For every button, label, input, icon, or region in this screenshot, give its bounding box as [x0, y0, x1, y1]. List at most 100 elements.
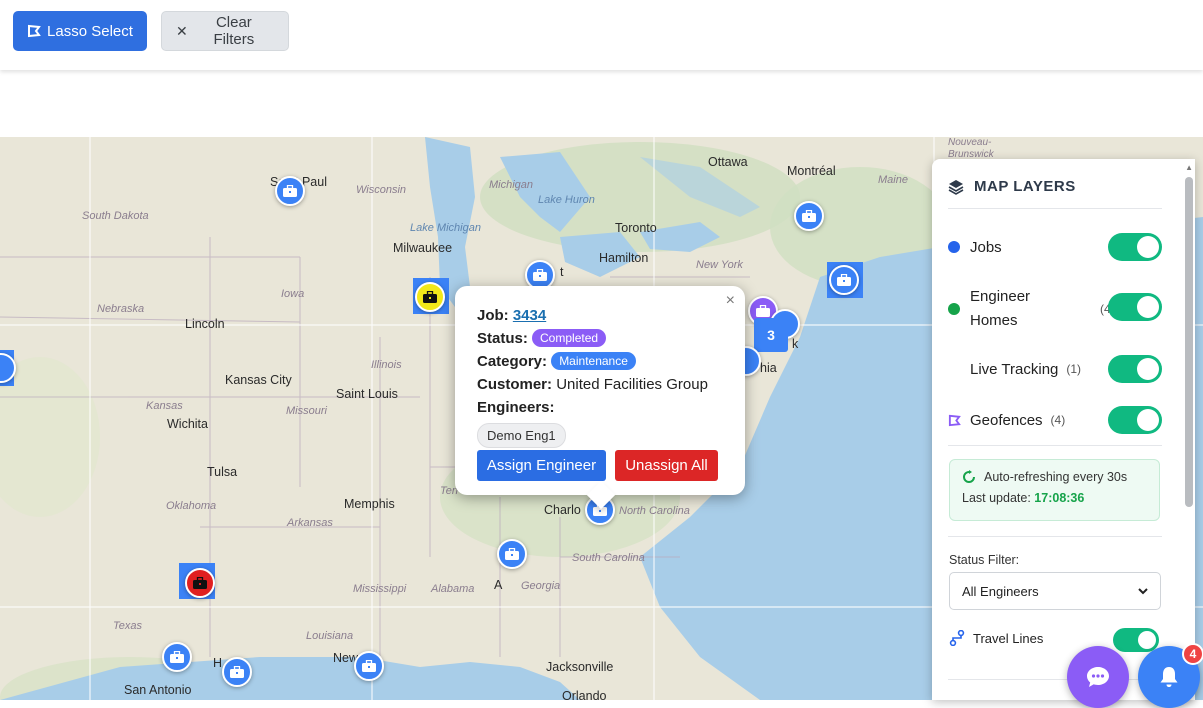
live-tracking-toggle[interactable]	[1108, 355, 1162, 383]
job-popup: × Job: 3434 Status: Completed Category: …	[455, 286, 745, 495]
layer-label-engineer-homes-line2: Homes	[970, 312, 1018, 329]
map-label-kansas: Kansas	[146, 400, 183, 412]
engineer-homes-toggle[interactable]	[1108, 293, 1162, 321]
customer-name: United Facilities Group	[556, 376, 708, 393]
chat-icon	[1087, 667, 1109, 687]
map-label-lincoln: Lincoln	[185, 317, 225, 331]
job-id-link[interactable]: 3434	[513, 307, 546, 324]
map-label-alabama: Alabama	[431, 583, 475, 595]
layer-label-engineer-homes-line1: Engineer	[970, 288, 1031, 305]
chat-button[interactable]	[1067, 646, 1129, 708]
layer-row-jobs: Jobs	[948, 233, 1162, 261]
map-label-maine: Maine	[878, 174, 908, 186]
popup-engineers-label: Engineers:	[477, 399, 555, 416]
map-label-missouri: Missouri	[286, 405, 327, 417]
briefcase-icon	[802, 210, 816, 222]
map-label-new-york-partial: k	[792, 337, 799, 351]
layer-row-engineer-homes: Engineer Homes (4)	[948, 285, 1162, 333]
jobs-dot-icon	[948, 241, 960, 253]
unassign-all-button[interactable]: Unassign All	[615, 450, 718, 481]
map-label-montreal: Montréal	[787, 164, 836, 178]
map-label-ottawa: Ottawa	[708, 155, 748, 169]
route-icon	[949, 630, 965, 646]
marker-cluster[interactable]: 3	[754, 318, 788, 352]
map-label-milwaukee: Milwaukee	[393, 241, 453, 255]
map-label-arkansas: Arkansas	[287, 517, 333, 529]
panel-scrollbar[interactable]	[1185, 177, 1193, 507]
divider	[948, 679, 1162, 680]
bell-icon	[1160, 667, 1178, 687]
popup-customer-row: Customer: United Facilities Group	[477, 373, 723, 396]
map-label-houston-partial: H	[213, 656, 223, 670]
map-label-atlanta-partial: A	[494, 578, 503, 592]
briefcase-icon	[170, 651, 184, 663]
map-label-san-antonio: San Antonio	[124, 683, 192, 697]
popup-category-label: Category:	[477, 353, 548, 370]
refresh-text: Auto-refreshing every 30s	[984, 470, 1128, 484]
lasso-select-label: Lasso Select	[47, 22, 133, 40]
assign-engineer-button[interactable]: Assign Engineer	[477, 450, 606, 481]
map-label-south-dakota: South Dakota	[82, 210, 149, 222]
travel-lines-toggle[interactable]	[1113, 628, 1159, 652]
briefcase-icon	[423, 291, 437, 303]
last-update-time: 17:08:36	[1034, 491, 1085, 505]
notification-count-badge: 4	[1182, 643, 1203, 665]
map-label-illinois: Illinois	[371, 359, 402, 371]
briefcase-icon	[362, 660, 376, 672]
panel-title: MAP LAYERS	[948, 178, 1076, 195]
layer-row-live-tracking: Live Tracking (1)	[948, 355, 1162, 383]
job-marker[interactable]	[794, 201, 824, 231]
job-marker[interactable]	[162, 642, 192, 672]
clear-filters-label: Clear Filters	[213, 14, 255, 48]
briefcase-icon	[837, 274, 851, 286]
cluster-count: 3	[767, 327, 775, 343]
briefcase-icon	[533, 269, 547, 281]
close-icon[interactable]: ×	[726, 292, 735, 310]
map-label-memphis: Memphis	[344, 497, 395, 511]
divider	[948, 208, 1162, 209]
engineer-home-marker[interactable]	[415, 282, 445, 312]
job-marker[interactable]	[222, 657, 252, 687]
lasso-select-button[interactable]: Lasso Select	[13, 11, 147, 51]
map-label-michigan: Michigan	[489, 179, 534, 191]
map-label-lake-michigan: Lake Michigan	[410, 222, 481, 234]
chevron-down-icon	[1138, 587, 1148, 594]
job-marker[interactable]	[497, 539, 527, 569]
layer-label-live-tracking: Live Tracking	[970, 360, 1059, 378]
divider	[948, 536, 1162, 537]
status-filter-value: All Engineers	[962, 583, 1039, 599]
panel-title-text: MAP LAYERS	[974, 178, 1076, 195]
map-label-mississippi: Mississippi	[353, 583, 407, 595]
map-label-wisconsin: Wisconsin	[356, 184, 407, 196]
engineer-home-marker[interactable]	[185, 568, 215, 598]
map-label-new-york-state: New York	[696, 259, 743, 271]
job-marker[interactable]	[829, 265, 859, 295]
map-label-oklahoma: Oklahoma	[166, 500, 217, 512]
popup-job-row: Job: 3434	[477, 304, 723, 327]
popup-engineers-row: Engineers:	[477, 396, 723, 419]
popup-customer-label: Customer:	[477, 376, 553, 393]
map-label-lake-huron: Lake Huron	[538, 194, 595, 206]
map-label-nouveau-brunswick: Nouveau-Brunswick	[948, 137, 994, 160]
job-marker[interactable]	[275, 176, 305, 206]
refresh-icon	[963, 470, 975, 483]
status-filter-select[interactable]: All Engineers	[949, 572, 1161, 610]
category-badge: Maintenance	[551, 352, 636, 370]
popup-category-row: Category: Maintenance	[477, 350, 723, 373]
job-marker[interactable]	[354, 651, 384, 681]
engineer-homes-dot-icon	[948, 303, 960, 315]
popup-job-label: Job:	[477, 307, 509, 324]
map-label-toronto: Toronto	[615, 221, 657, 235]
clear-filters-button[interactable]: ✕ Clear Filters	[161, 11, 289, 51]
jobs-toggle[interactable]	[1108, 233, 1162, 261]
scroll-up-arrow-icon[interactable]: ▲	[1185, 163, 1193, 172]
toolbar: Lasso Select ✕ Clear Filters	[0, 0, 1203, 70]
map-label-wichita: Wichita	[167, 417, 208, 431]
auto-refresh-status: Auto-refreshing every 30s Last update: 1…	[949, 459, 1160, 521]
layers-icon	[948, 179, 964, 195]
geofences-toggle[interactable]	[1108, 406, 1162, 434]
map-label-georgia: Georgia	[521, 580, 561, 592]
map-label-charlotte: Charlo	[544, 503, 581, 517]
last-update-label: Last update:	[962, 491, 1031, 505]
briefcase-icon	[505, 548, 519, 560]
